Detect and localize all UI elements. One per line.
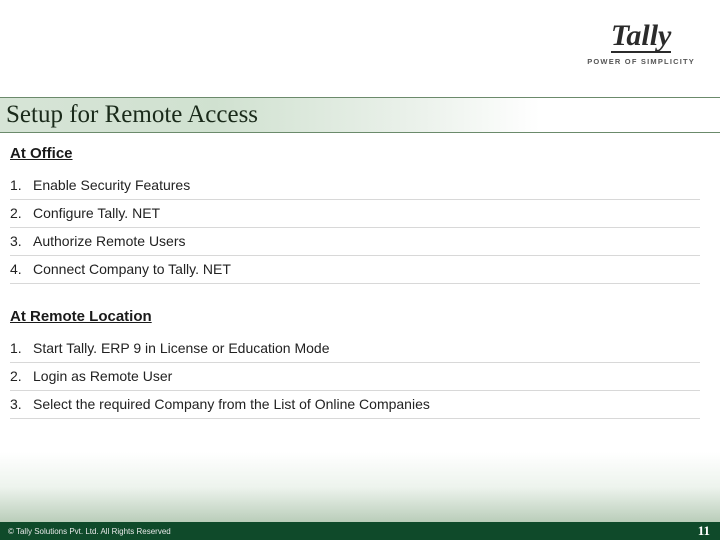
item-text: Login as Remote User [33, 368, 172, 384]
item-number: 4. [10, 261, 24, 277]
item-text: Enable Security Features [33, 177, 190, 193]
item-text: Configure Tally. NET [33, 205, 160, 221]
item-number: 1. [10, 177, 24, 193]
title-bar: Setup for Remote Access [0, 97, 720, 133]
list-item: 3. Authorize Remote Users [10, 228, 700, 256]
section-heading-remote: At Remote Location [10, 308, 700, 325]
item-text: Connect Company to Tally. NET [33, 261, 231, 277]
list-item: 2. Configure Tally. NET [10, 200, 700, 228]
item-number: 2. [10, 368, 24, 384]
page-number: 11 [698, 523, 712, 539]
page-title: Setup for Remote Access [6, 101, 258, 129]
item-number: 3. [10, 233, 24, 249]
item-text: Authorize Remote Users [33, 233, 186, 249]
logo-tagline: POWER OF SIMPLICITY [587, 57, 695, 66]
item-text: Start Tally. ERP 9 in License or Educati… [33, 340, 330, 356]
section-heading-office: At Office [10, 145, 700, 162]
logo-text: Tally [611, 22, 672, 53]
list-item: 1. Start Tally. ERP 9 in License or Educ… [10, 335, 700, 363]
list-item: 1. Enable Security Features [10, 172, 700, 200]
list-item: 4. Connect Company to Tally. NET [10, 256, 700, 284]
footer-bar: © Tally Solutions Pvt. Ltd. All Rights R… [0, 522, 720, 540]
list-item: 2. Login as Remote User [10, 363, 700, 391]
item-number: 1. [10, 340, 24, 356]
item-text: Select the required Company from the Lis… [33, 396, 430, 412]
footer-gradient [0, 452, 720, 522]
brand-logo: Tally POWER OF SIMPLICITY [587, 22, 695, 66]
item-number: 2. [10, 205, 24, 221]
list-item: 3. Select the required Company from the … [10, 391, 700, 419]
item-number: 3. [10, 396, 24, 412]
content-area: At Office 1. Enable Security Features 2.… [10, 145, 700, 419]
copyright-text: © Tally Solutions Pvt. Ltd. All Rights R… [8, 527, 171, 536]
